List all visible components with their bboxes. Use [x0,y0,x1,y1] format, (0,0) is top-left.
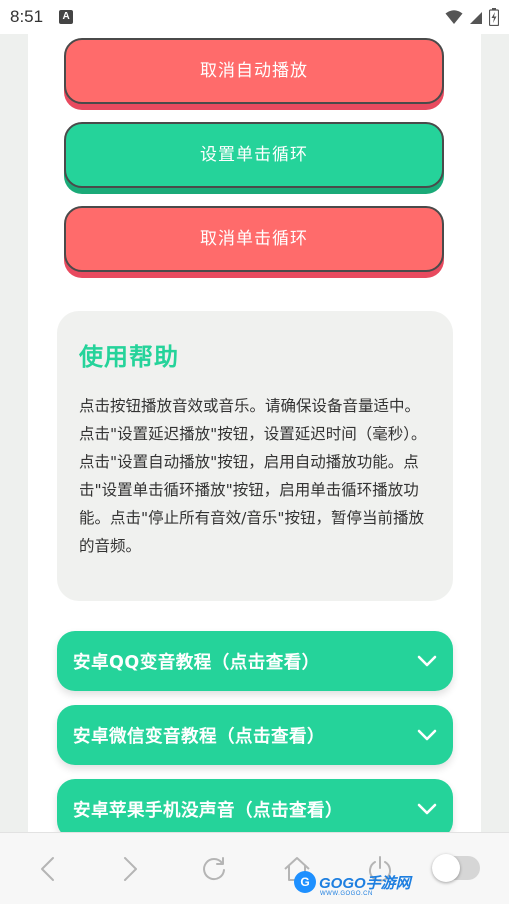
status-time: 8:51 [10,7,44,26]
back-icon[interactable] [38,855,58,883]
refresh-icon[interactable] [200,855,228,883]
accordion-label: 安卓苹果手机没声音（点击查看） [73,800,343,821]
help-card: 使用帮助 点击按钮播放音效或音乐。请确保设备音量适中。点击"设置延迟播放"按钮，… [57,311,453,601]
status-icons [445,8,499,26]
accordion-wechat-voice-tutorial[interactable]: 安卓微信变音教程（点击查看） [57,705,453,765]
set-click-loop-button[interactable]: 设置单击循环 [64,122,444,188]
signal-icon [470,12,482,24]
status-bar: 8:51 A [0,0,509,34]
forward-icon[interactable] [120,855,140,883]
cancel-click-loop-button[interactable]: 取消单击循环 [64,206,444,272]
watermark-text: GOGO手游网 [319,874,411,892]
accordion-qq-voice-tutorial[interactable]: 安卓QQ变音教程（点击查看） [57,631,453,691]
help-title: 使用帮助 [79,343,179,371]
bottom-nav-bar: G GOGO手游网 WWW.GOGO.CN [0,832,509,904]
toggle-switch[interactable] [432,854,480,882]
wifi-icon [445,10,463,24]
help-text: 点击按钮播放音效或音乐。请确保设备音量适中。点击"设置延迟播放"按钮，设置延迟时… [79,397,427,555]
chevron-down-icon [417,803,437,815]
a-notification-icon: A [59,10,74,24]
accordion-iphone-no-sound[interactable]: 安卓苹果手机没声音（点击查看） [57,779,453,832]
chevron-down-icon [417,729,437,741]
toggle-knob [432,854,460,882]
watermark-badge: G [294,871,316,893]
accordion-label: 安卓QQ变音教程（点击查看） [73,652,320,673]
watermark-logo: G GOGO手游网 WWW.GOGO.CN [294,871,411,897]
battery-charging-icon [489,8,499,26]
page-content: 取消自动播放 设置单击循环 取消单击循环 使用帮助 点击按钮播放音效或音乐。请确… [28,34,481,832]
chevron-down-icon [417,655,437,667]
cancel-autoplay-button[interactable]: 取消自动播放 [64,38,444,104]
accordion-label: 安卓微信变音教程（点击查看） [73,726,325,747]
watermark-sub: WWW.GOGO.CN [320,891,373,897]
